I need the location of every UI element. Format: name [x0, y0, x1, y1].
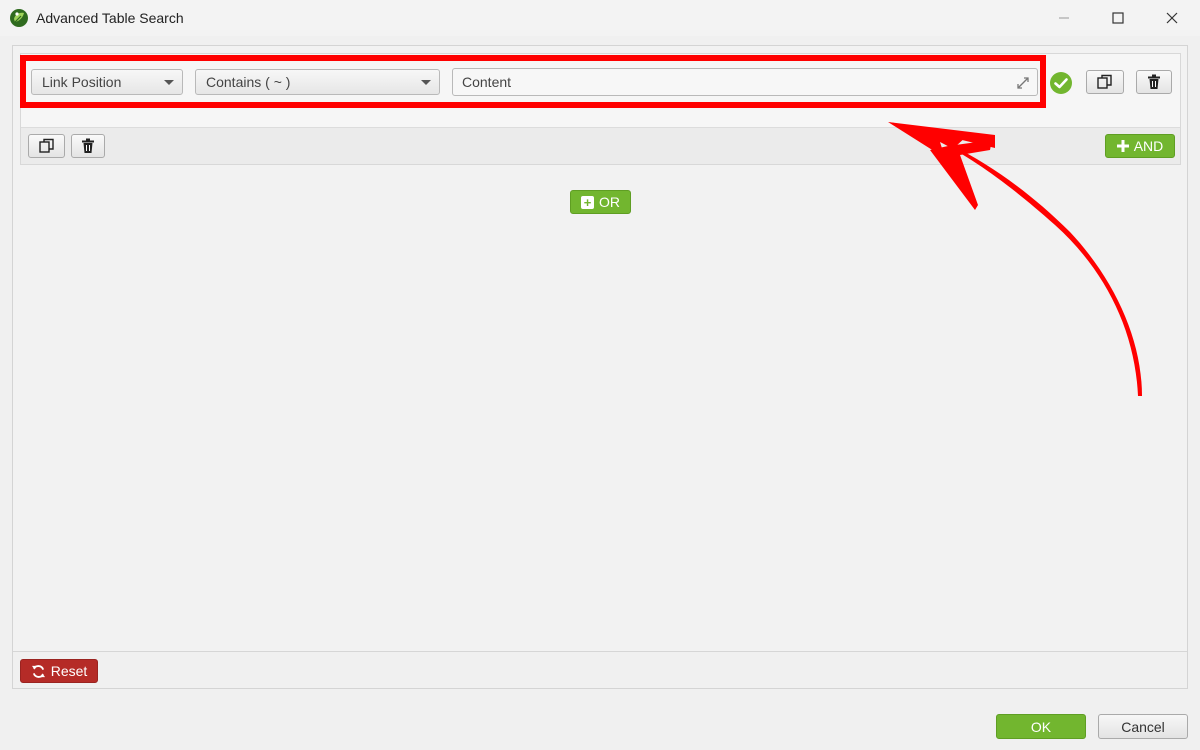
window-title: Advanced Table Search — [36, 10, 184, 26]
close-window-button[interactable] — [1145, 0, 1199, 36]
app-leaf-icon — [10, 9, 28, 27]
field-select-value: Link Position — [42, 74, 122, 90]
copy-icon — [1097, 74, 1112, 89]
refresh-icon — [31, 664, 45, 678]
add-or-button[interactable]: + OR — [570, 190, 631, 214]
title-bar: Advanced Table Search — [0, 0, 1200, 36]
add-and-button[interactable]: AND — [1105, 134, 1175, 158]
ok-button[interactable]: OK — [996, 714, 1086, 739]
group-footer: AND — [21, 127, 1180, 164]
value-input[interactable] — [452, 68, 1038, 96]
delete-rule-button[interactable] — [1136, 70, 1172, 94]
trash-icon — [1148, 74, 1160, 89]
rule-row: Link Position Contains ( ~ ) — [21, 54, 1180, 128]
close-icon — [1166, 12, 1178, 24]
bottom-bar: Reset — [13, 651, 1187, 688]
delete-group-button[interactable] — [71, 134, 105, 158]
minimize-icon — [1059, 17, 1069, 19]
operator-select[interactable]: Contains ( ~ ) — [195, 69, 440, 95]
maximize-icon — [1112, 12, 1124, 24]
add-or-label: OR — [599, 194, 620, 210]
expand-icon[interactable] — [1015, 75, 1031, 91]
plus-square-icon: + — [581, 195, 594, 209]
search-panel: Link Position Contains ( ~ ) Content AND… — [12, 45, 1188, 689]
plus-icon — [1116, 140, 1129, 152]
add-and-label: AND — [1133, 138, 1164, 154]
duplicate-rule-button[interactable] — [1086, 70, 1124, 94]
chevron-down-icon — [164, 80, 174, 85]
operator-select-value: Contains ( ~ ) — [206, 74, 291, 90]
minimize-button[interactable] — [1037, 0, 1091, 36]
check-circle-icon — [1050, 72, 1072, 94]
trash-icon — [82, 138, 94, 153]
reset-label: Reset — [50, 663, 88, 679]
duplicate-group-button[interactable] — [28, 134, 65, 158]
reset-button[interactable]: Reset — [20, 659, 98, 683]
field-select[interactable]: Link Position — [31, 69, 183, 95]
chevron-down-icon — [421, 80, 431, 85]
maximize-button[interactable] — [1091, 0, 1145, 36]
cancel-button[interactable]: Cancel — [1098, 714, 1188, 739]
condition-group: Link Position Contains ( ~ ) Content AND — [20, 53, 1181, 165]
copy-icon — [38, 138, 54, 153]
